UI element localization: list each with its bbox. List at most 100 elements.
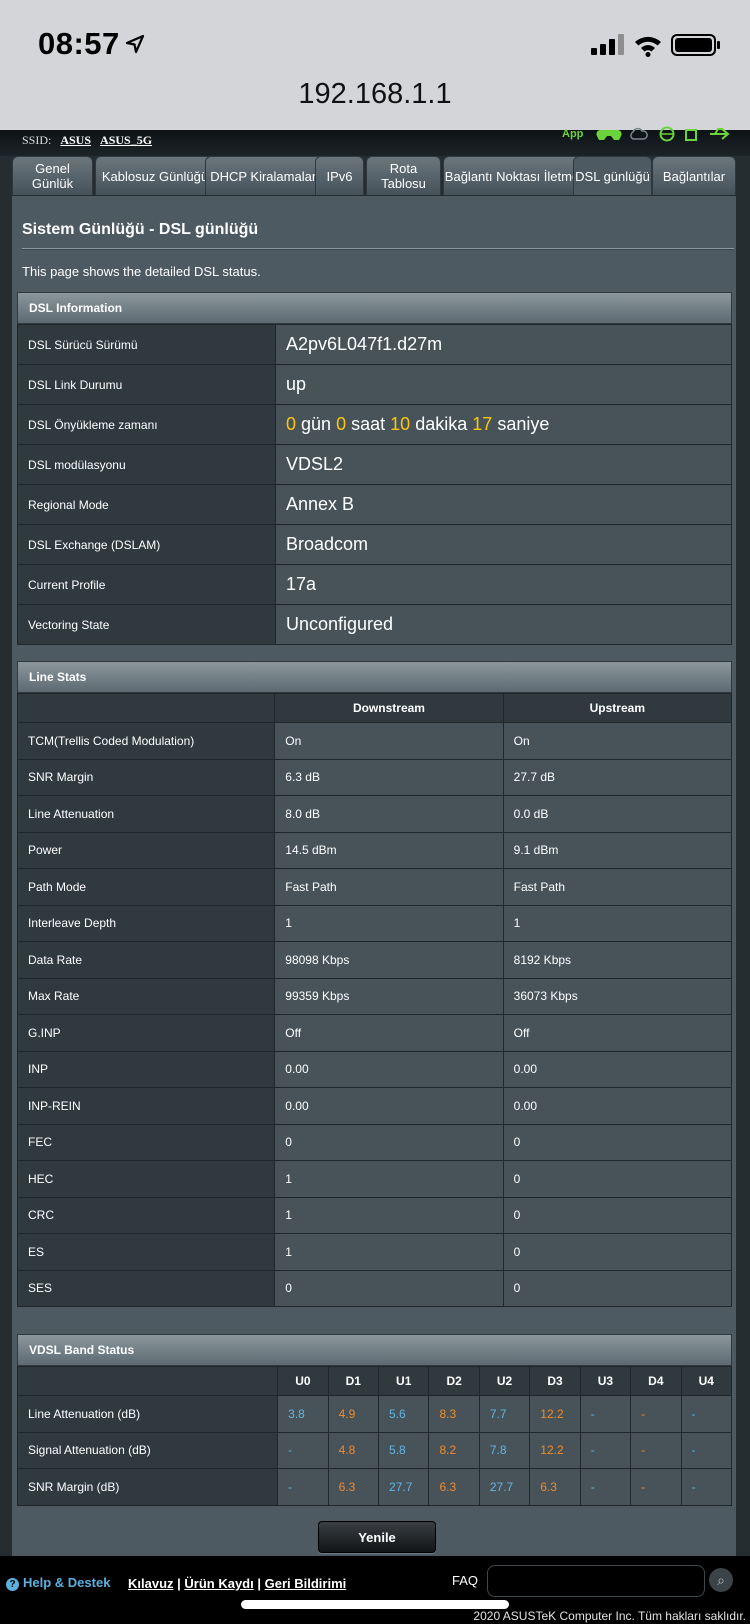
table-row: INP 0.00 0.00 [16,1050,733,1088]
band-value: - [277,1431,329,1469]
band-value: 6.3 [529,1468,581,1506]
help-support-link[interactable]: ? Help & Destek [6,1575,110,1591]
table-header-row: Downstream Upstream [16,693,733,723]
manual-link[interactable]: Kılavuz [128,1576,174,1591]
footer-links: Kılavuz | Ürün Kaydı | Geri Bildirimi [128,1576,347,1591]
uptime-seconds: 17 [472,414,493,434]
title-divider [22,248,734,249]
table-header-row: U0 D1 U1 D2 U2 D3 U3 D4 U4 [16,1366,733,1396]
dsl-information-table: DSL Sürücü Sürümü A2pv6L047f1.d27m DSL L… [17,324,732,645]
globe-icon[interactable] [658,126,676,142]
downstream-value: 8.0 dB [274,795,504,833]
tab-routing-table[interactable]: Rota Tablosu [366,156,441,195]
copyright-text: 2020 ASUSTeK Computer Inc. Tüm hakları s… [473,1609,746,1623]
band-column-header: D3 [529,1366,581,1396]
line-stats-table: Downstream Upstream TCM(Trellis Coded Mo… [16,693,733,1307]
faq-search-input[interactable] [487,1565,705,1597]
band-row-label: Line Attenuation (dB) [16,1395,279,1433]
band-value: - [630,1395,682,1433]
upstream-value: 0 [502,1233,733,1271]
downstream-value: 98098 Kbps [274,941,504,979]
stat-label: HEC [16,1160,276,1198]
upstream-value: 0 [502,1123,733,1161]
stat-label: Interleave Depth [16,904,276,942]
tab-port-forwarding[interactable]: Bağlantı Noktası İletme [443,156,581,195]
row-value: VDSL2 [275,444,732,485]
row-label: Current Profile [17,564,276,605]
band-value: 8.3 [428,1395,480,1433]
address-bar-url[interactable]: 192.168.1.1 [0,78,750,111]
stat-label: TCM(Trellis Coded Modulation) [16,722,276,760]
table-row: Path Mode Fast Path Fast Path [16,868,733,906]
stat-label: FEC [16,1123,276,1161]
gamepad-icon[interactable] [596,126,622,142]
usb-share-icon[interactable] [708,126,732,142]
downstream-value: 99359 Kbps [274,977,504,1015]
band-column-header: U0 [277,1366,329,1396]
band-row-label: SNR Margin (dB) [16,1468,279,1506]
downstream-value: 0.00 [274,1050,504,1088]
band-value: 12.2 [529,1431,581,1469]
cellular-signal-icon [591,34,624,55]
downstream-value: 0 [274,1123,504,1161]
table-row: INP-REIN 0.00 0.00 [16,1087,733,1125]
band-value: 4.9 [327,1395,380,1433]
ssid-2g[interactable]: ASUS [60,133,91,147]
band-column-header: U1 [378,1366,430,1396]
empty-header-cell [16,1366,279,1396]
table-row: G.INP Off Off [16,1014,733,1052]
downstream-value: 6.3 dB [274,758,504,796]
band-column-header: D4 [630,1366,682,1396]
tab-dsl-log[interactable]: DSL günlüğü [573,156,652,195]
tab-dhcp-leases[interactable]: DHCP Kiralamaları [205,156,325,195]
band-value: - [277,1468,329,1506]
band-column-header: U3 [579,1366,632,1396]
tab-wireless-log[interactable]: Kablosuz Günlüğü [95,156,215,195]
band-value: 6.3 [428,1468,480,1506]
band-value: - [680,1431,733,1469]
feedback-link[interactable]: Geri Bildirimi [265,1576,347,1591]
band-value: 7.8 [478,1431,531,1469]
table-row: Data Rate 98098 Kbps 8192 Kbps [16,941,733,979]
cloud-icon[interactable] [628,126,648,142]
band-value: 6.3 [327,1468,380,1506]
row-value: 17a [275,564,732,605]
product-registration-link[interactable]: Ürün Kaydı [184,1576,253,1591]
search-icon[interactable]: ⌕ [709,1568,733,1592]
uptime-hours: 0 [336,414,347,434]
band-value: - [680,1468,733,1506]
upstream-value: Fast Path [502,868,733,906]
row-value: up [275,364,732,405]
table-row: DSL Sürücü Sürümü A2pv6L047f1.d27m [17,324,732,365]
app-link[interactable]: App [562,128,583,140]
band-row-label: Signal Attenuation (dB) [16,1431,279,1469]
vdsl-band-table: U0 D1 U1 D2 U2 D3 U3 D4 U4 Line Attenuation (dB) 3… [16,1366,733,1506]
upstream-value: 0.00 [502,1050,733,1088]
tab-connections[interactable]: Bağlantılar [652,156,736,195]
tab-general-log[interactable]: Genel Günlük [12,156,93,195]
downstream-value: On [274,722,504,760]
downstream-value: 1 [274,904,504,942]
table-row: DSL Exchange (DSLAM) Broadcom [17,524,732,565]
downstream-value: 1 [274,1160,504,1198]
band-column-header: D2 [428,1366,480,1396]
band-value: - [630,1431,682,1469]
ssid-5g[interactable]: ASUS_5G [100,133,152,147]
table-row: CRC 1 0 [16,1196,733,1234]
downstream-value: Off [274,1014,504,1052]
upstream-header: Upstream [502,693,733,723]
upstream-value: 0.00 [502,1087,733,1125]
refresh-button[interactable]: Yenile [318,1521,436,1553]
ssid-info: SSID: ASUS ASUS_5G [22,133,152,148]
location-arrow-icon [125,34,145,54]
upstream-value: 0 [502,1160,733,1198]
usb-device-icon[interactable] [683,126,699,142]
tab-ipv6[interactable]: IPv6 [315,156,364,195]
help-label: Help & Destek [23,1575,111,1590]
uptime-minutes-unit: dakika [415,414,468,434]
line-stats-heading: Line Stats [17,661,732,693]
band-value: 12.2 [529,1395,581,1433]
downstream-value: Fast Path [274,868,504,906]
table-row: Max Rate 99359 Kbps 36073 Kbps [16,977,733,1015]
downstream-value: 0.00 [274,1087,504,1125]
